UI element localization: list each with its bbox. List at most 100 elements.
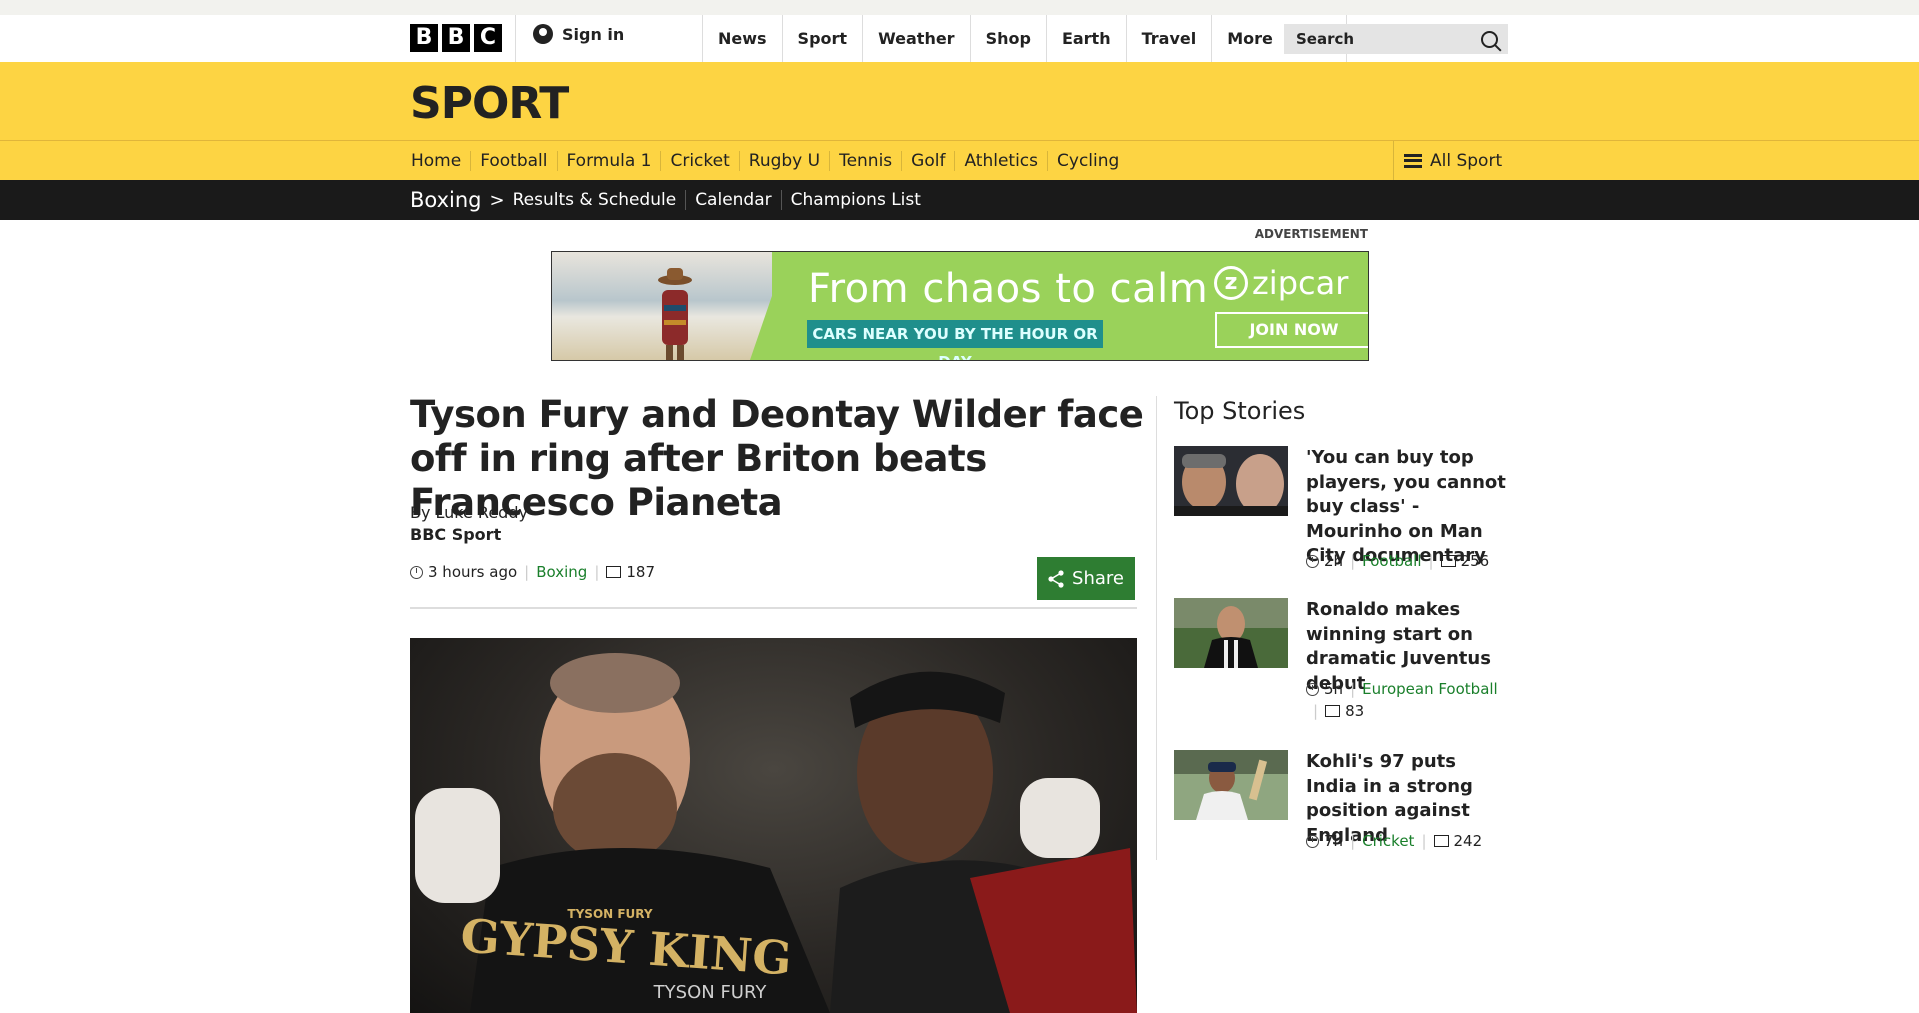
clock-icon bbox=[410, 565, 423, 579]
share-icon bbox=[1048, 569, 1064, 588]
top-story-item[interactable]: Ronaldo makes winning start on dramatic … bbox=[1174, 598, 1510, 730]
story-thumbnail[interactable] bbox=[1174, 598, 1288, 668]
top-stories-title: Top Stories bbox=[1174, 397, 1306, 425]
sport-header: SPORT bbox=[0, 62, 1919, 141]
fury-beard bbox=[553, 753, 677, 863]
section-link-results[interactable]: Results & Schedule bbox=[513, 190, 686, 210]
article-meta: 3 hours ago | Boxing | 187 bbox=[410, 563, 655, 581]
sport-nav-formula-1[interactable]: Formula 1 bbox=[556, 150, 661, 171]
section-link-calendar[interactable]: Calendar bbox=[685, 190, 780, 210]
top-story-item[interactable]: Kohli's 97 puts India in a strong positi… bbox=[1174, 750, 1510, 860]
article-tag-link[interactable]: Boxing bbox=[536, 563, 587, 581]
meta-divider: | bbox=[1350, 832, 1356, 850]
share-button[interactable]: Share bbox=[1037, 557, 1135, 600]
rail-divider bbox=[1156, 396, 1157, 860]
sport-nav-rugby-union[interactable]: Rugby U bbox=[738, 150, 829, 171]
article-divider bbox=[410, 607, 1137, 609]
all-sport-label: All Sport bbox=[1430, 150, 1503, 171]
global-nav-earth[interactable]: Earth bbox=[1045, 15, 1126, 62]
sport-nav-athletics[interactable]: Athletics bbox=[954, 150, 1047, 171]
comment-icon[interactable] bbox=[1440, 555, 1456, 567]
story-meta: 7h | Cricket | 242 bbox=[1306, 832, 1510, 850]
sport-nav-cycling[interactable]: Cycling bbox=[1047, 150, 1128, 171]
story-time: 5h bbox=[1324, 680, 1344, 698]
global-nav-shop[interactable]: Shop bbox=[969, 15, 1046, 62]
story-comment-count[interactable]: 83 bbox=[1345, 702, 1364, 720]
meta-divider: | bbox=[524, 563, 530, 581]
clock-icon bbox=[1306, 834, 1319, 848]
sport-nav-tennis[interactable]: Tennis bbox=[829, 150, 901, 171]
bbc-logo[interactable]: B B C bbox=[410, 24, 502, 52]
global-nav-sport[interactable]: Sport bbox=[781, 15, 863, 62]
section-nav: Boxing > Results & Schedule Calendar Cha… bbox=[0, 180, 1919, 220]
sport-nav-football[interactable]: Football bbox=[470, 150, 556, 171]
story-tag-link[interactable]: Cricket bbox=[1362, 832, 1414, 850]
search-input[interactable] bbox=[1294, 29, 1458, 49]
meta-divider: | bbox=[594, 563, 600, 581]
comment-icon[interactable] bbox=[1433, 835, 1449, 847]
ad-person-image bbox=[658, 268, 692, 360]
ad-subline: CARS NEAR YOU BY THE HOUR OR DAY bbox=[807, 320, 1103, 360]
share-label: Share bbox=[1072, 568, 1124, 589]
bbc-logo-letter-2: B bbox=[442, 24, 470, 52]
article-time: 3 hours ago bbox=[428, 563, 518, 581]
top-story-item[interactable]: 'You can buy top players, you cannot buy… bbox=[1174, 446, 1510, 578]
user-icon bbox=[533, 24, 553, 44]
story-tag-link[interactable]: Football bbox=[1362, 552, 1421, 570]
story-thumbnail[interactable] bbox=[1174, 446, 1288, 516]
section-name[interactable]: Boxing bbox=[410, 188, 482, 212]
sport-nav-cricket[interactable]: Cricket bbox=[660, 150, 738, 171]
comment-icon[interactable] bbox=[606, 566, 622, 578]
meta-divider: | bbox=[1350, 552, 1356, 570]
ad-headline: From chaos to calm bbox=[808, 266, 1209, 312]
all-sport-button[interactable]: All Sport bbox=[1393, 141, 1502, 180]
story-title[interactable]: 'You can buy top players, you cannot buy… bbox=[1306, 446, 1510, 569]
browser-top-strip bbox=[0, 0, 1919, 15]
bbc-logo-letter-1: B bbox=[410, 24, 438, 52]
sport-title[interactable]: SPORT bbox=[410, 78, 569, 129]
more-label: More bbox=[1227, 29, 1273, 48]
story-tag-link[interactable]: European Football bbox=[1362, 680, 1498, 698]
advertisement-banner[interactable]: From chaos to calm CARS NEAR YOU BY THE … bbox=[551, 251, 1369, 361]
shirt-text-bottom: TYSON FURY bbox=[653, 982, 768, 1003]
story-time: 7h bbox=[1324, 832, 1344, 850]
article-hero-image: TYSON FURY GYPSY KING TYSON FURY bbox=[410, 638, 1137, 1013]
masthead-divider bbox=[515, 15, 516, 62]
clock-icon bbox=[1306, 682, 1319, 696]
hand-wrap-left bbox=[415, 788, 500, 903]
story-meta: 5h | European Football | 83 bbox=[1306, 680, 1510, 720]
global-nav-travel[interactable]: Travel bbox=[1125, 15, 1212, 62]
zipcar-logo: z zipcar bbox=[1214, 264, 1348, 302]
section-link-champions[interactable]: Champions List bbox=[780, 190, 930, 210]
global-nav-news[interactable]: News bbox=[702, 15, 782, 62]
search-icon[interactable] bbox=[1481, 30, 1498, 48]
comment-icon[interactable] bbox=[1325, 705, 1341, 717]
meta-divider: | bbox=[1428, 552, 1434, 570]
story-meta: 2h | Football | 256 bbox=[1306, 552, 1510, 570]
story-time: 2h bbox=[1324, 552, 1344, 570]
meta-divider: | bbox=[1350, 680, 1356, 698]
story-thumbnail[interactable] bbox=[1174, 750, 1288, 820]
global-nav-weather[interactable]: Weather bbox=[862, 15, 970, 62]
chevron-right-icon: > bbox=[489, 189, 505, 211]
zipcar-wordmark: zipcar bbox=[1252, 264, 1349, 302]
signin-link[interactable]: Sign in bbox=[533, 24, 624, 44]
bbc-logo-letter-3: C bbox=[474, 24, 502, 52]
global-nav: News Sport Weather Shop Earth Travel Mor… bbox=[702, 15, 1348, 62]
sport-nav: Home Football Formula 1 Cricket Rugby U … bbox=[0, 141, 1919, 180]
ad-join-button[interactable]: JOIN NOW bbox=[1215, 312, 1368, 348]
article-comment-count[interactable]: 187 bbox=[626, 563, 655, 581]
signin-label: Sign in bbox=[562, 24, 625, 44]
meta-divider: | bbox=[1421, 832, 1427, 850]
sport-nav-home[interactable]: Home bbox=[410, 151, 470, 171]
story-comment-count[interactable]: 256 bbox=[1461, 552, 1490, 570]
hand-wrap-right bbox=[1020, 778, 1100, 858]
boxers-photo: TYSON FURY GYPSY KING TYSON FURY bbox=[415, 653, 1137, 1013]
advertisement-label: ADVERTISEMENT bbox=[1254, 227, 1368, 241]
sport-nav-golf[interactable]: Golf bbox=[901, 150, 954, 171]
menu-icon bbox=[1404, 153, 1422, 168]
article-source: BBC Sport bbox=[410, 525, 502, 544]
zipcar-icon: z bbox=[1214, 266, 1248, 300]
story-comment-count[interactable]: 242 bbox=[1454, 832, 1483, 850]
ad-beach-image bbox=[552, 252, 772, 360]
